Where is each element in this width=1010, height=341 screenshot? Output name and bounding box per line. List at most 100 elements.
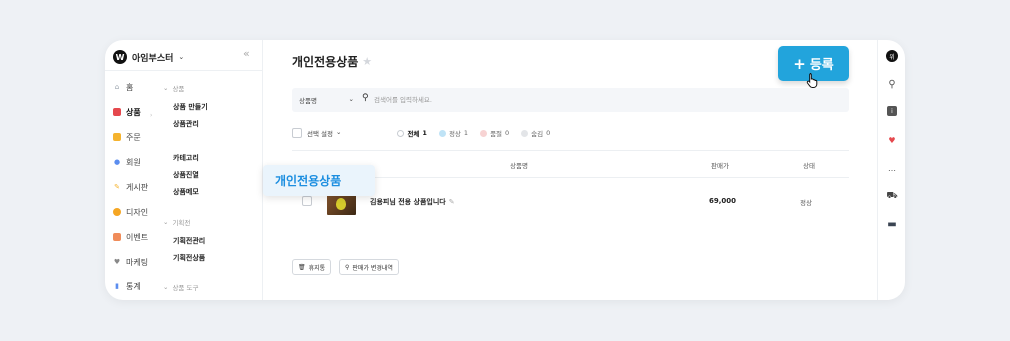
table-row[interactable]: 김용피님 전용 상품입니다 ✎ 69,000 정상 [292, 178, 849, 224]
status-filter-all[interactable]: 전체 1 [397, 128, 427, 138]
chevron-down-icon: ⌄ [348, 95, 354, 103]
star-icon[interactable]: ★ [362, 55, 372, 68]
search-icon[interactable]: ⚲ [362, 93, 369, 103]
subnav-heading-tools[interactable]: ⌄ 상품 도구 [163, 282, 198, 292]
heart-icon: ♥ [113, 258, 121, 266]
cart-icon[interactable]: ⛟ [886, 190, 898, 202]
nav-item-label: 통계 [126, 281, 141, 291]
nav-item-members[interactable]: ● 회원 [113, 156, 141, 168]
page-title: 개인전용상품 ★ [292, 53, 372, 70]
subnav-item-exhibition-manage[interactable]: 기획전관리 [173, 236, 205, 246]
collapse-sidebar-icon[interactable]: « [243, 47, 250, 60]
page-title-text: 개인전용상품 [292, 55, 359, 69]
nav-item-label: 주문 [126, 132, 141, 142]
bag-icon [113, 108, 121, 116]
message-icon[interactable]: ♥ [886, 134, 898, 146]
subnav-item-create-product[interactable]: 상품 만들기 [173, 102, 208, 112]
plus-icon: + [793, 54, 806, 73]
chevron-down-icon: ⌄ [178, 53, 185, 61]
subnav-heading-label: 상품 도구 [172, 284, 199, 292]
status-label: 정상 [448, 130, 461, 138]
bulk-setting-dropdown[interactable]: 선택 설정 ⌄ [307, 128, 341, 138]
product-price: 69,000 [709, 197, 737, 205]
search-type-value: 상품명 [299, 97, 317, 105]
product-name-text: 김용피님 전용 상품입니다 [370, 198, 446, 206]
filter-row: 선택 설정 ⌄ 전체 1 정상 1 품절 0 숨김 0 [292, 127, 562, 139]
subnav-item-memo[interactable]: 상품메모 [173, 187, 199, 197]
search-input[interactable] [374, 93, 774, 107]
monitor-icon[interactable]: ▬ [886, 218, 898, 230]
trash-icon: 🗑 [298, 263, 306, 271]
status-count: 1 [422, 129, 427, 137]
status-count: 0 [546, 129, 551, 137]
chevron-down-icon: ⌄ [163, 218, 169, 226]
nav-item-design[interactable]: 디자인 [113, 206, 148, 218]
subnav-heading-label: 상품 [172, 85, 185, 93]
search-icon: ⚲ [345, 263, 350, 271]
chevron-down-icon: ⌄ [163, 84, 169, 92]
nav-item-stats[interactable]: ▮ 통계 [113, 280, 141, 292]
subnav-heading-exhibition[interactable]: ⌄ 기획전 [163, 217, 190, 227]
left-nav: W 아임부스터 ⌄ « ⌂ 홈 상품 › 주문 ● 회원 ✎ 게시판 디자인 이… [105, 40, 263, 300]
nav-item-orders[interactable]: 주문 [113, 131, 141, 143]
home-icon: ⌂ [114, 83, 120, 91]
search-type-select[interactable]: 상품명 ⌄ [299, 95, 354, 105]
brand-logo: W [113, 50, 127, 64]
nav-item-label: 회원 [126, 157, 141, 167]
nav-item-label: 디자인 [126, 207, 149, 217]
chevron-down-icon: ⌄ [163, 283, 169, 291]
nav-item-label: 홈 [126, 82, 134, 92]
status-count: 1 [463, 129, 469, 137]
order-icon [113, 133, 121, 141]
brand-switcher[interactable]: W 아임부스터 ⌄ [113, 46, 184, 68]
app-window: W 아임부스터 ⌄ « ⌂ 홈 상품 › 주문 ● 회원 ✎ 게시판 디자인 이… [105, 40, 905, 300]
column-header-price: 판매가 [711, 162, 729, 170]
chevron-right-icon: › [150, 112, 153, 119]
status-filter-soldout[interactable]: 품절 0 [480, 128, 509, 138]
right-rail: 위 ⚲ i ♥ … ⛟ ▬ [877, 40, 905, 300]
subnav-item-exhibition-products[interactable]: 기획전상품 [173, 253, 205, 263]
status-label: 전체 [407, 130, 420, 138]
profile-icon[interactable]: 위 [886, 50, 898, 62]
table-header: 상품명 판매가 상태 [292, 150, 849, 178]
palette-icon [113, 208, 121, 216]
select-all-checkbox[interactable] [292, 128, 302, 138]
search-bar: 상품명 ⌄ ⚲ [292, 88, 849, 112]
nav-item-home[interactable]: ⌂ 홈 [113, 81, 134, 93]
product-name[interactable]: 김용피님 전용 상품입니다 ✎ [370, 197, 455, 207]
trash-button-label: 휴지통 [308, 264, 326, 272]
subnav-item-category[interactable]: 카테고리 [173, 153, 199, 163]
brand-name: 아임부스터 [132, 53, 174, 64]
nav-item-products[interactable]: 상품 [113, 106, 141, 118]
chat-icon[interactable]: … [886, 162, 898, 174]
nav-item-label: 상품 [126, 107, 141, 117]
price-history-button[interactable]: ⚲ 판매가 변경내역 [339, 259, 399, 275]
subnav-item-display[interactable]: 상품진열 [173, 170, 199, 180]
menu-tooltip: 개인전용상품 [263, 165, 375, 196]
product-state: 정상 [800, 199, 812, 207]
status-dot [438, 129, 446, 137]
status-filter-normal[interactable]: 정상 1 [438, 128, 469, 138]
subnav-item-manage-products[interactable]: 상품관리 [173, 119, 199, 129]
price-history-button-label: 판매가 변경내역 [352, 264, 393, 272]
nav-item-event[interactable]: 이벤트 [113, 231, 148, 243]
nav-divider [105, 70, 262, 71]
trash-button[interactable]: 🗑 휴지통 [292, 259, 332, 275]
column-header-state: 상태 [803, 162, 815, 170]
nav-item-label: 이벤트 [126, 232, 149, 242]
subnav-heading-products[interactable]: ⌄ 상품 [163, 83, 184, 93]
search-icon[interactable]: ⚲ [886, 78, 898, 90]
nav-item-marketing[interactable]: ♥ 마케팅 [113, 256, 148, 268]
pencil-icon[interactable]: ✎ [449, 198, 455, 206]
row-checkbox[interactable] [302, 196, 312, 206]
nav-item-label: 마케팅 [126, 257, 149, 267]
status-filter-hidden[interactable]: 숨김 0 [521, 128, 550, 138]
status-label: 숨김 [531, 130, 544, 138]
chevron-down-icon: ⌄ [336, 128, 342, 136]
register-button-label: 등록 [809, 58, 834, 73]
status-dot [480, 129, 488, 137]
nav-item-board[interactable]: ✎ 게시판 [113, 181, 148, 193]
status-dot [521, 129, 529, 137]
info-icon[interactable]: i [887, 106, 897, 116]
gift-icon [113, 233, 121, 241]
